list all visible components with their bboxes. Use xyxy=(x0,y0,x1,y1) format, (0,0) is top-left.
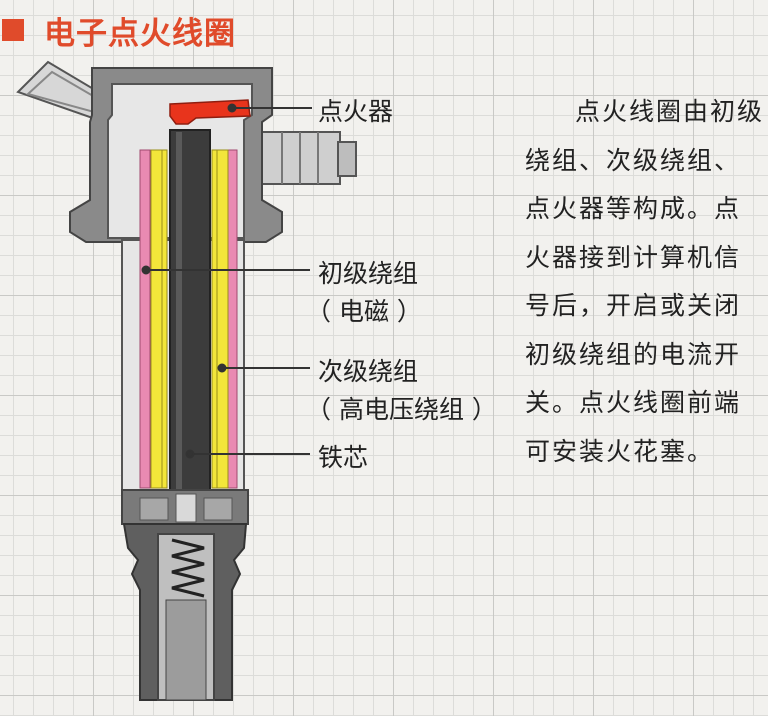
boot xyxy=(122,523,248,701)
secondary-winding-label: 次级绕组 xyxy=(318,357,419,386)
primary-winding-label: 初级绕组 xyxy=(318,259,419,288)
ignition-coil-diagram xyxy=(16,60,357,701)
core-label: 铁芯 xyxy=(318,443,369,472)
igniter-label: 点火器 xyxy=(318,97,394,126)
primary-winding-left xyxy=(139,149,151,489)
secondary-winding-left xyxy=(150,149,168,489)
secondary-winding-right xyxy=(211,149,229,489)
description-text: 点火线圈由初级绕组、次级绕组、点火器等构成。点火器接到计算机信号后，开启或关闭初… xyxy=(525,97,765,466)
lower-housing xyxy=(121,489,249,525)
primary-winding-sublabel: （ 电磁 ） xyxy=(306,297,422,326)
secondary-winding-sublabel: （ 高电压绕组 ） xyxy=(306,395,497,424)
side-connector xyxy=(257,131,357,185)
